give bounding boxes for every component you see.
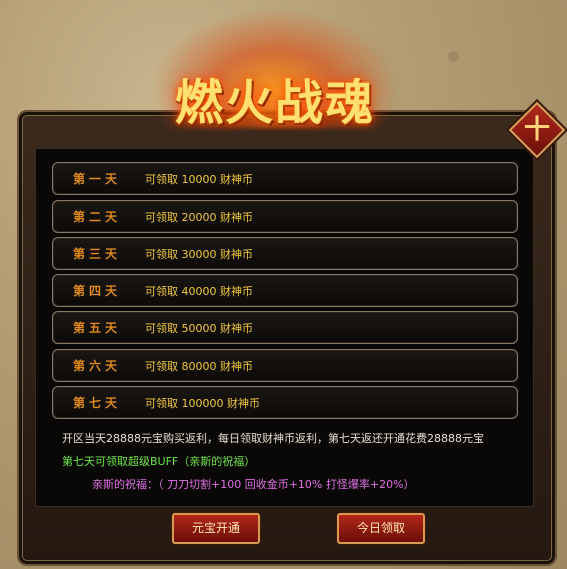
reward-row-day2: 第二天 可领取 20000 财神币 [52,200,518,233]
reward-text: 可领取 30000 财神币 [145,248,253,261]
reward-text: 可领取 10000 财神币 [145,173,253,186]
reward-text: 可领取 50000 财神币 [145,322,253,335]
reward-row-day7: 第七天 可领取 100000 财神币 [52,386,518,419]
close-icon[interactable]: 十 [517,110,557,150]
reward-text: 可领取 100000 财神币 [145,397,260,410]
reward-row-day1: 第一天 可领取 10000 财神币 [52,162,518,195]
reward-row-day5: 第五天 可领取 50000 财神币 [52,311,518,344]
day-label: 第五天 [73,321,122,335]
reward-text: 可领取 40000 财神币 [145,285,253,298]
reward-row-day4: 第四天 可领取 40000 财神币 [52,274,518,307]
day-label: 第二天 [73,210,122,224]
title-logo: 燃火战魂 [140,8,410,138]
reward-row-day6: 第六天 可领取 80000 财神币 [52,349,518,382]
reward-text: 可领取 80000 财神币 [145,360,253,373]
reward-row-day3: 第三天 可领取 30000 财神币 [52,237,518,270]
day-label: 第一天 [73,172,122,186]
buff-note: 第七天可领取超级BUFF（亲斯的祝福） [62,455,256,468]
day-label: 第三天 [73,247,122,261]
day-label: 第六天 [73,359,122,373]
claim-today-button[interactable]: 今日领取 [337,513,425,544]
day-label: 第四天 [73,284,122,298]
page-title: 燃火战魂 [174,75,375,131]
rebate-note: 开区当天28888元宝购买返利，每日领取财神币返利，第七天返还开通花费28888… [62,432,484,445]
day-label: 第七天 [73,396,122,410]
activate-button[interactable]: 元宝开通 [172,513,260,544]
reward-text: 可领取 20000 财神币 [145,211,253,224]
blessing-note: 亲斯的祝福：（ 刀刀切割+100 回收金币+10% 打怪爆率+20%） [92,478,415,491]
